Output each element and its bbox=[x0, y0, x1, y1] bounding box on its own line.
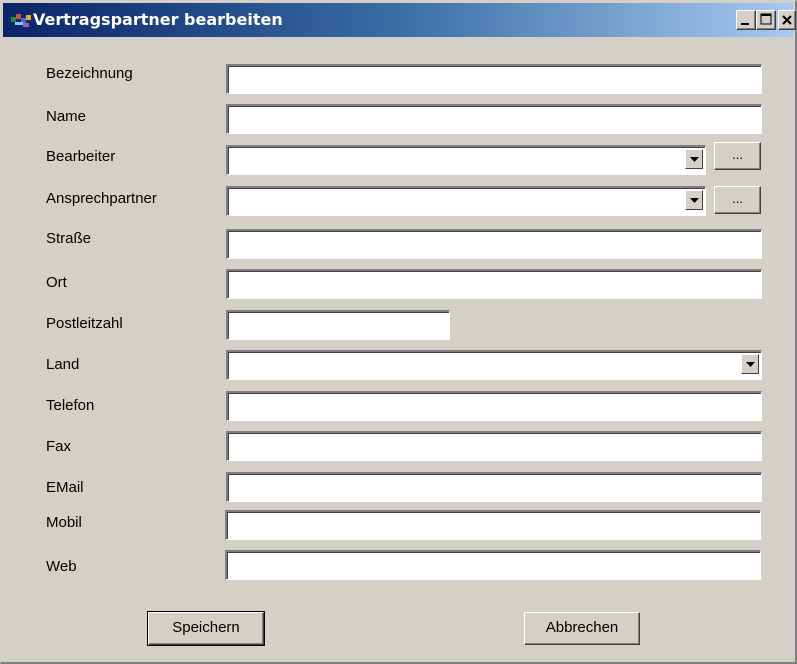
fax-label: Fax bbox=[46, 438, 72, 455]
web-field[interactable] bbox=[225, 550, 761, 580]
window-title: Vertragspartner bearbeiten bbox=[33, 10, 283, 29]
maximize-button[interactable] bbox=[756, 10, 776, 30]
fax-input[interactable] bbox=[228, 433, 761, 460]
fax-field[interactable] bbox=[226, 431, 762, 461]
bearbeiter-label: Bearbeiter bbox=[46, 148, 116, 165]
bearbeiter-dropdown-button[interactable] bbox=[685, 149, 703, 169]
ansprechpartner-combobox[interactable] bbox=[226, 186, 706, 216]
postleitzahl-field[interactable] bbox=[226, 310, 450, 340]
land-input[interactable] bbox=[228, 352, 761, 379]
close-button[interactable] bbox=[778, 10, 796, 30]
name-label: Name bbox=[46, 108, 87, 125]
chevron-down-icon bbox=[690, 157, 699, 162]
chevron-down-icon bbox=[690, 198, 699, 203]
email-label: EMail bbox=[46, 479, 84, 496]
telefon-input[interactable] bbox=[228, 393, 761, 420]
land-combobox[interactable] bbox=[226, 350, 762, 380]
postleitzahl-label: Postleitzahl bbox=[46, 315, 123, 332]
close-icon bbox=[782, 15, 792, 25]
bearbeiter-browse-button[interactable]: ... bbox=[714, 142, 761, 170]
edit-contract-partner-dialog: Vertragspartner bearbeiten Bezeichnung N… bbox=[0, 0, 797, 664]
minimize-button[interactable] bbox=[736, 10, 756, 30]
name-field[interactable] bbox=[226, 104, 762, 134]
mobil-label: Mobil bbox=[46, 514, 82, 531]
bezeichnung-field[interactable] bbox=[226, 64, 762, 94]
cancel-button[interactable]: Abbrechen bbox=[524, 612, 640, 645]
ort-label: Ort bbox=[46, 274, 67, 291]
web-input[interactable] bbox=[227, 552, 760, 579]
email-field[interactable] bbox=[226, 472, 762, 502]
maximize-icon bbox=[760, 13, 772, 25]
ansprechpartner-label: Ansprechpartner bbox=[46, 190, 157, 207]
mobil-field[interactable] bbox=[225, 510, 761, 540]
name-input[interactable] bbox=[228, 106, 761, 133]
title-bar[interactable]: Vertragspartner bearbeiten bbox=[3, 3, 796, 37]
ansprechpartner-dropdown-button[interactable] bbox=[685, 190, 703, 210]
land-label: Land bbox=[46, 356, 80, 373]
strasse-field[interactable] bbox=[226, 229, 762, 259]
email-input[interactable] bbox=[228, 474, 761, 501]
bearbeiter-combobox[interactable] bbox=[226, 145, 706, 175]
bezeichnung-input[interactable] bbox=[228, 66, 761, 93]
strasse-input[interactable] bbox=[228, 231, 761, 258]
bearbeiter-input[interactable] bbox=[228, 147, 705, 174]
chevron-down-icon bbox=[746, 362, 755, 367]
ansprechpartner-browse-button[interactable]: ... bbox=[714, 186, 761, 214]
ort-input[interactable] bbox=[228, 271, 761, 298]
telefon-field[interactable] bbox=[226, 391, 762, 421]
ansprechpartner-input[interactable] bbox=[228, 188, 705, 215]
bezeichnung-label: Bezeichnung bbox=[46, 65, 133, 82]
web-label: Web bbox=[46, 558, 77, 575]
land-dropdown-button[interactable] bbox=[741, 354, 759, 374]
postleitzahl-input[interactable] bbox=[228, 312, 449, 339]
strasse-label: Straße bbox=[46, 230, 92, 247]
telefon-label: Telefon bbox=[46, 397, 95, 414]
app-window-icon bbox=[11, 14, 31, 27]
save-button[interactable]: Speichern bbox=[147, 611, 265, 646]
ort-field[interactable] bbox=[226, 269, 762, 299]
minimize-icon bbox=[741, 23, 749, 25]
mobil-input[interactable] bbox=[227, 512, 760, 539]
